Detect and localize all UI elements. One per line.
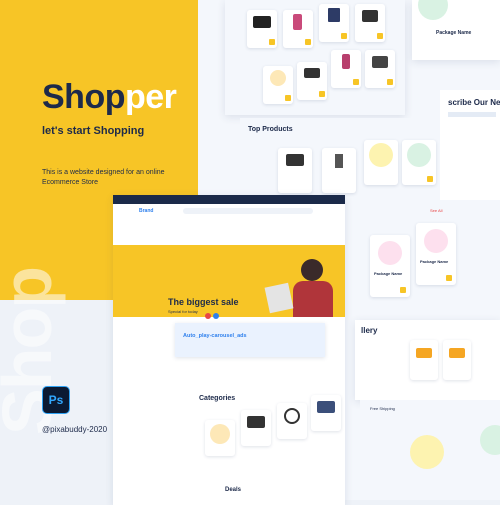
product-card[interactable]: Package Name bbox=[416, 223, 456, 285]
mockup-gallery: llery bbox=[355, 320, 500, 400]
mockup-subscribe: scribe Our New bbox=[440, 90, 500, 200]
free-shipping-text: Free Shipping bbox=[370, 406, 395, 411]
product-card[interactable] bbox=[297, 62, 327, 100]
category-image bbox=[284, 408, 300, 424]
add-to-cart-button[interactable] bbox=[319, 91, 325, 97]
product-card[interactable] bbox=[319, 4, 349, 42]
product-card[interactable] bbox=[365, 50, 395, 88]
credit-handle: @pixabuddy-2020 bbox=[42, 425, 108, 434]
shopping-bag bbox=[264, 282, 294, 314]
category-image bbox=[210, 424, 230, 444]
subscribe-input[interactable] bbox=[448, 112, 496, 117]
carousel-prev-button[interactable] bbox=[205, 313, 211, 319]
gallery-card[interactable] bbox=[410, 340, 438, 380]
brand-title-part2: per bbox=[124, 78, 177, 116]
category-card[interactable] bbox=[205, 420, 235, 456]
product-card[interactable] bbox=[278, 148, 312, 193]
top-products-title: Top Products bbox=[248, 126, 293, 133]
mockup-right-products: See All Package Name Package Name bbox=[362, 205, 500, 325]
subscribe-title: scribe Our New bbox=[448, 98, 500, 107]
product-image bbox=[342, 54, 350, 69]
gallery-title: llery bbox=[361, 326, 378, 335]
add-to-cart-button[interactable] bbox=[341, 33, 347, 39]
category-card[interactable] bbox=[311, 395, 341, 431]
product-image bbox=[369, 143, 393, 167]
product-image bbox=[328, 8, 340, 22]
product-card[interactable] bbox=[331, 50, 361, 88]
headphone-image bbox=[410, 435, 444, 469]
top-nav-bar bbox=[113, 195, 345, 204]
mockup-homepage: Brand The biggest sale Special for today… bbox=[113, 195, 345, 505]
hero-model-image bbox=[263, 245, 345, 317]
brand-title: Shopper bbox=[42, 78, 177, 117]
category-image bbox=[247, 416, 265, 428]
add-to-cart-button[interactable] bbox=[377, 33, 383, 39]
site-logo[interactable]: Brand bbox=[139, 208, 153, 214]
package-name: Package Name bbox=[436, 30, 472, 36]
product-image bbox=[362, 10, 378, 22]
add-to-cart-button[interactable] bbox=[353, 79, 359, 85]
tagline: let's start Shopping bbox=[42, 125, 145, 137]
gallery-card[interactable] bbox=[443, 340, 471, 380]
photoshop-icon: Ps bbox=[42, 386, 70, 414]
category-card[interactable] bbox=[277, 403, 307, 439]
product-image bbox=[286, 154, 304, 166]
product-card[interactable]: Package Name bbox=[370, 235, 410, 297]
product-image bbox=[335, 154, 343, 168]
description: This is a website designed for an online… bbox=[42, 169, 165, 186]
hero-title: The biggest sale bbox=[168, 297, 239, 307]
category-image bbox=[317, 401, 335, 413]
carousel-ads-label: Auto_play-carousel_ads bbox=[183, 333, 247, 339]
search-input[interactable] bbox=[183, 208, 313, 214]
hero-subtitle: Special for today bbox=[168, 309, 198, 314]
product-image bbox=[418, 0, 448, 20]
mockup-bottom-products: Free Shipping bbox=[360, 400, 500, 500]
add-to-cart-button[interactable] bbox=[285, 95, 291, 101]
headphone-image bbox=[480, 425, 500, 455]
product-image bbox=[304, 68, 320, 78]
add-to-cart-button[interactable] bbox=[269, 39, 275, 45]
product-image bbox=[378, 241, 402, 265]
add-to-cart-button[interactable] bbox=[400, 287, 406, 293]
model-coat bbox=[293, 281, 333, 317]
mockup-product-grid bbox=[225, 0, 405, 115]
deals-title: Deals bbox=[225, 487, 242, 493]
carousel-ads-block[interactable]: Auto_play-carousel_ads bbox=[175, 323, 325, 357]
category-card[interactable] bbox=[241, 410, 271, 446]
product-card[interactable] bbox=[263, 66, 293, 104]
product-card[interactable] bbox=[364, 140, 398, 185]
package-name: Package Name bbox=[374, 271, 403, 276]
product-image bbox=[407, 143, 431, 167]
product-image bbox=[372, 56, 388, 68]
model-head bbox=[301, 259, 323, 281]
product-card[interactable] bbox=[283, 10, 313, 48]
product-image bbox=[270, 70, 286, 86]
gallery-image bbox=[449, 348, 465, 358]
product-image bbox=[424, 229, 448, 253]
add-to-cart-button[interactable] bbox=[427, 176, 433, 182]
product-card[interactable] bbox=[355, 4, 385, 42]
brand-title-part1: Shop bbox=[42, 78, 125, 116]
categories-title: Categories bbox=[199, 395, 236, 402]
see-all-link[interactable]: See All bbox=[430, 208, 442, 213]
package-name: Package Name bbox=[420, 259, 449, 264]
product-card[interactable] bbox=[402, 140, 436, 185]
gallery-image bbox=[416, 348, 432, 358]
carousel-next-button[interactable] bbox=[213, 313, 219, 319]
product-image bbox=[253, 16, 271, 28]
add-to-cart-button[interactable] bbox=[446, 275, 452, 281]
add-to-cart-button[interactable] bbox=[387, 79, 393, 85]
mockup-package-panel: Package Name bbox=[412, 0, 500, 60]
product-card[interactable] bbox=[322, 148, 356, 193]
product-image bbox=[293, 14, 302, 30]
product-card[interactable] bbox=[247, 10, 277, 48]
add-to-cart-button[interactable] bbox=[305, 39, 311, 45]
